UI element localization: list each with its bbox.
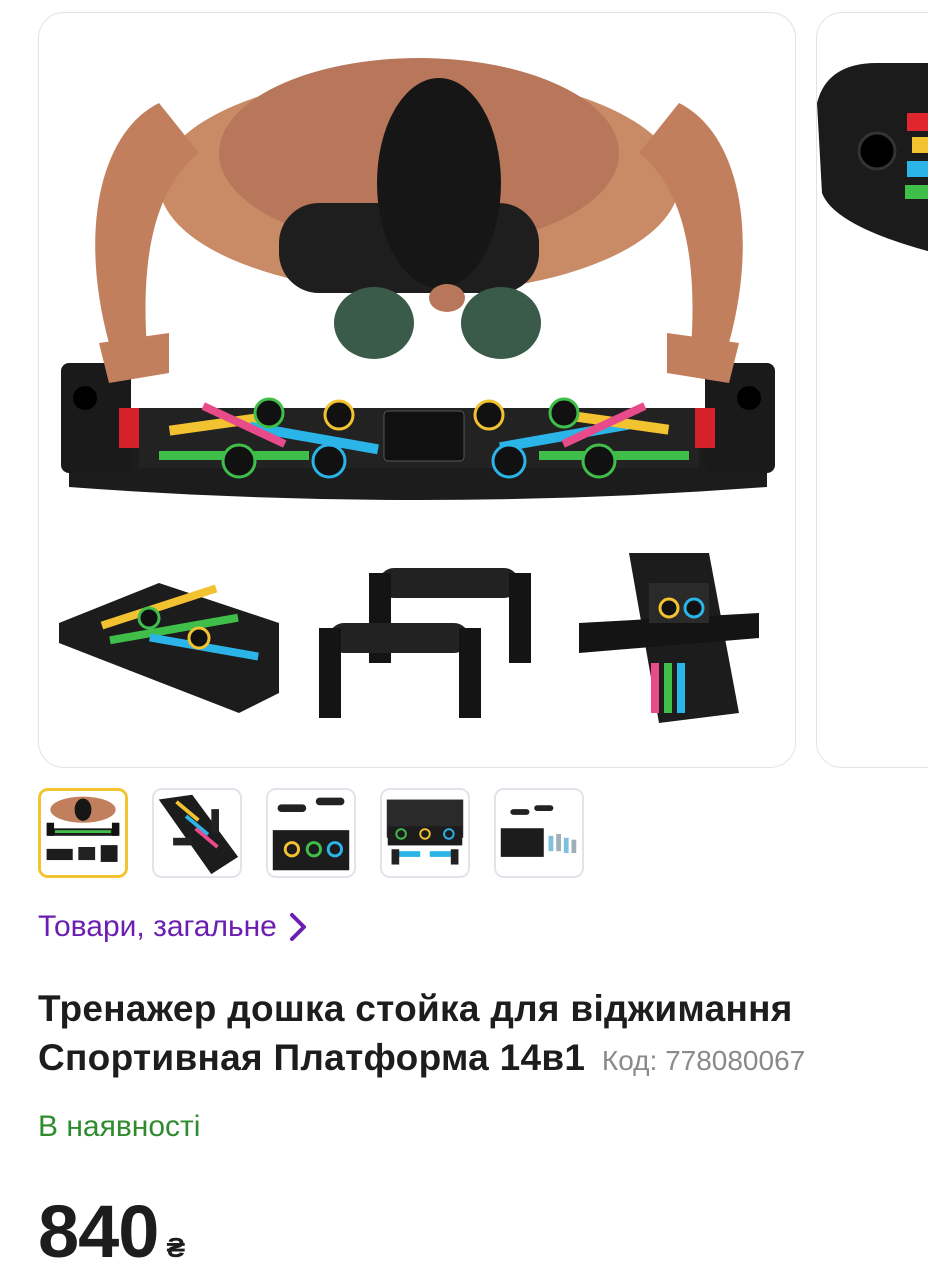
thumbnail-4[interactable] [380, 788, 470, 878]
pushup-board-photo [59, 58, 775, 723]
pushup-man-thumbnail [41, 791, 125, 875]
board-handles-thumbnail [154, 790, 240, 876]
currency-symbol: ₴ [166, 1232, 186, 1263]
category-breadcrumb[interactable]: Товари, загальне [38, 910, 309, 944]
thumbnail-5[interactable] [494, 788, 584, 878]
handles-board-thumbnail [268, 790, 354, 876]
board-closeup-photo [817, 63, 928, 252]
thumbnail-3[interactable] [266, 788, 356, 878]
availability-status: В наявності [38, 1110, 201, 1143]
price: 840 ₴ [38, 1192, 185, 1272]
kit-contents-thumbnail [496, 790, 582, 876]
next-product-image[interactable] [816, 12, 928, 768]
thumbnail-2[interactable] [152, 788, 242, 878]
chevron-right-icon [289, 913, 306, 941]
product-gallery[interactable] [0, 0, 928, 780]
product-title: Тренажер дошка стойка для віджимання Спо… [38, 984, 908, 1085]
price-value: 840 [38, 1190, 159, 1273]
board-bands-thumbnail [382, 790, 468, 876]
main-product-image[interactable] [38, 12, 796, 768]
breadcrumb-label: Товари, загальне [38, 910, 277, 943]
product-code: Код: 778080067 [601, 1045, 806, 1076]
thumbnail-1[interactable] [38, 788, 128, 878]
